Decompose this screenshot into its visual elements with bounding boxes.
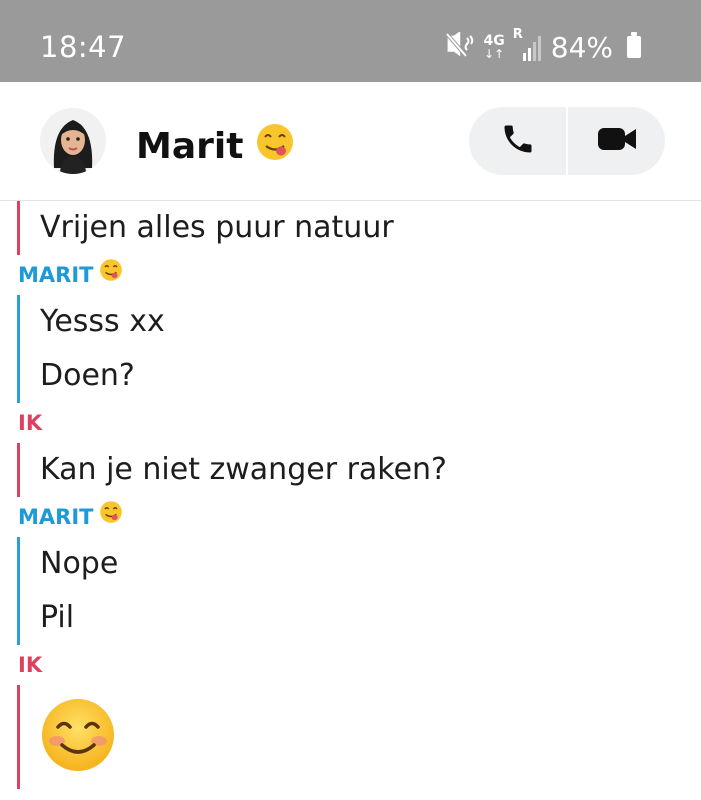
avatar[interactable] <box>40 108 106 174</box>
network-4g-icon: 4G ↓↑ <box>483 33 505 61</box>
face-savoring-food-icon <box>99 497 123 537</box>
message-group-me: Kan je niet zwanger raken? <box>17 443 701 497</box>
contact-name-area[interactable]: Marit <box>136 122 295 171</box>
chat-header: Marit <box>0 82 701 201</box>
message-group-marit: Nope Pil <box>17 537 701 645</box>
signal-bars-icon: R <box>513 27 541 61</box>
face-savoring-food-icon <box>255 122 295 171</box>
sender-bar <box>17 537 20 645</box>
message-group-me <box>17 685 701 789</box>
vibrate-mute-icon <box>444 31 474 62</box>
chat-message[interactable]: Doen? <box>17 349 701 403</box>
message-group-marit: Yesss xx Doen? <box>17 295 701 403</box>
video-call-button[interactable] <box>568 107 665 175</box>
sender-bar <box>17 685 20 789</box>
message-group-me: Vrijen alles puur natuur <box>17 201 701 255</box>
battery-icon <box>627 32 641 58</box>
chat-message[interactable]: Kan je niet zwanger raken? <box>17 443 701 497</box>
smiling-face-with-smiling-eyes-icon <box>40 697 116 777</box>
sender-label-ik: IK <box>18 653 43 677</box>
contact-name: Marit <box>136 126 244 167</box>
video-camera-icon <box>596 124 638 158</box>
chat-message[interactable]: Yesss xx <box>17 295 701 349</box>
status-icons: 4G ↓↑ R 84% <box>444 27 641 66</box>
sender-label-marit: MARIT <box>18 497 701 537</box>
sender-bar <box>17 201 20 255</box>
sender-label-marit: MARIT <box>18 255 701 295</box>
chat-log[interactable]: Vrijen alles puur natuur MARIT Yesss xx … <box>0 201 701 789</box>
call-button-group <box>469 107 665 175</box>
sender-label-ik: IK <box>18 411 43 435</box>
status-bar: 18:47 4G ↓↑ R 84% <box>0 0 701 82</box>
status-time: 18:47 <box>40 30 127 64</box>
face-savoring-food-icon <box>99 255 123 295</box>
emoji-message[interactable] <box>17 685 701 789</box>
phone-icon <box>500 121 536 161</box>
chat-message[interactable]: Pil <box>17 591 701 645</box>
battery-percentage: 84% <box>550 30 613 64</box>
sender-bar <box>17 443 20 497</box>
chat-message[interactable]: Nope <box>17 537 701 591</box>
sender-bar <box>17 295 20 403</box>
voice-call-button[interactable] <box>469 107 566 175</box>
chat-message[interactable]: Vrijen alles puur natuur <box>17 201 701 255</box>
